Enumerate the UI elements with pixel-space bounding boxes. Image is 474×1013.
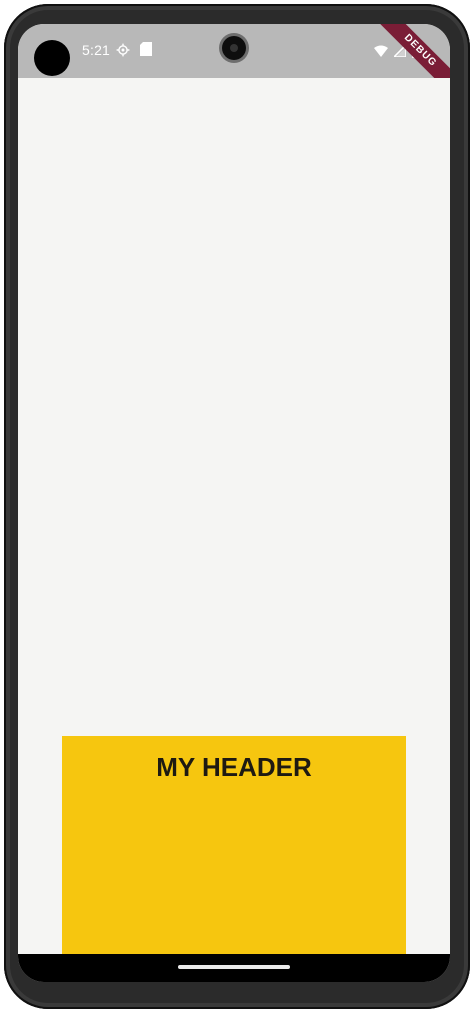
header-title: MY HEADER xyxy=(156,752,312,782)
front-sensor-dot xyxy=(34,40,70,76)
status-time: 5:21 xyxy=(82,42,111,58)
sd-card-icon xyxy=(140,42,152,56)
home-indicator[interactable] xyxy=(178,965,290,969)
wifi-icon xyxy=(374,45,388,57)
app-content: MY HEADER xyxy=(18,78,450,954)
front-camera xyxy=(222,36,246,60)
status-bar: 5:21 DEBUG xyxy=(18,24,450,100)
header-card: MY HEADER xyxy=(62,736,406,954)
settings-icon xyxy=(116,43,130,57)
navigation-bar xyxy=(18,954,450,982)
phone-screen: 5:21 DEBUG MY HEADER xyxy=(18,24,450,982)
device: 5:21 DEBUG MY HEADER xyxy=(0,0,474,1013)
